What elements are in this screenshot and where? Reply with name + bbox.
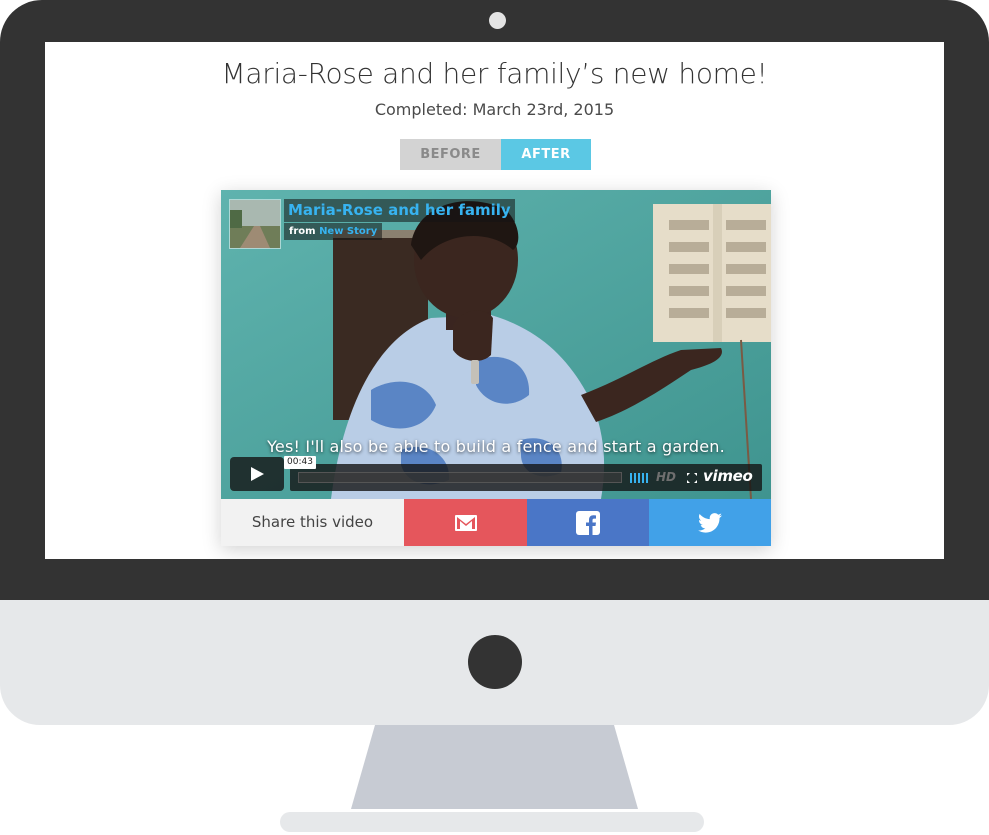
timecode: 00:43 bbox=[284, 456, 316, 469]
video-player[interactable]: Maria-Rose and her family from New Story… bbox=[221, 190, 771, 499]
video-caption: Yes! I'll also be able to build a fence … bbox=[267, 437, 725, 456]
progress-bar[interactable] bbox=[298, 472, 622, 483]
video-owner-link[interactable]: New Story bbox=[319, 226, 377, 237]
webcam-icon bbox=[489, 12, 506, 29]
share-bar: Share this video bbox=[221, 499, 771, 546]
page-title: Maria-Rose and her family’s new home! bbox=[221, 57, 768, 90]
screen: Maria-Rose and her family’s new home! Co… bbox=[45, 42, 944, 559]
video-title-link[interactable]: Maria-Rose and her family bbox=[284, 199, 515, 222]
completed-date: Completed: March 23rd, 2015 bbox=[374, 100, 615, 119]
share-facebook-button[interactable] bbox=[527, 499, 649, 546]
before-after-toggle: BEFORE AFTER bbox=[400, 139, 591, 170]
vimeo-logo[interactable]: vimeo bbox=[703, 467, 753, 485]
volume-icon[interactable] bbox=[630, 473, 648, 483]
play-icon bbox=[251, 467, 264, 481]
fullscreen-icon[interactable] bbox=[686, 472, 698, 484]
share-email-button[interactable] bbox=[404, 499, 527, 546]
before-tab[interactable]: BEFORE bbox=[400, 139, 501, 170]
play-button[interactable] bbox=[230, 457, 284, 491]
video-controls: HD vimeo bbox=[290, 464, 762, 491]
monitor-stand bbox=[0, 725, 989, 835]
share-label: Share this video bbox=[221, 499, 404, 546]
video-byline: from New Story bbox=[284, 223, 383, 240]
hd-button[interactable]: HD bbox=[656, 470, 676, 484]
byline-prefix: from bbox=[289, 226, 316, 237]
facebook-icon bbox=[576, 510, 600, 535]
monitor-button-icon bbox=[468, 635, 522, 689]
video-card: Maria-Rose and her family from New Story… bbox=[221, 190, 771, 546]
share-twitter-button[interactable] bbox=[649, 499, 771, 546]
email-icon bbox=[454, 514, 477, 531]
video-thumbnail[interactable] bbox=[229, 199, 281, 249]
after-tab[interactable]: AFTER bbox=[501, 139, 591, 170]
twitter-icon bbox=[698, 512, 722, 533]
